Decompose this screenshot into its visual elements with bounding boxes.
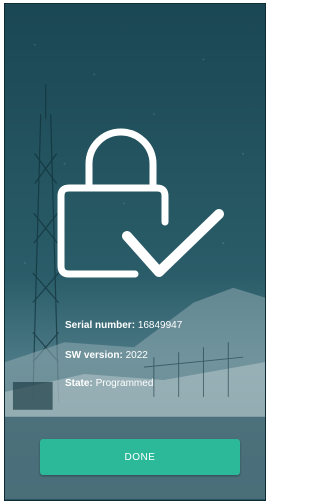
serial-number-value: 16849947 [137,320,183,331]
done-button[interactable]: DONE [40,439,240,475]
state-value: Programmed [95,378,154,389]
programming-result-screen: Serial number: 16849947 SW version: 2022… [4,3,266,501]
sw-version-row: SW version: 2022 [65,350,148,362]
sw-version-value: 2022 [125,350,148,361]
state-label: State: [65,378,93,389]
sw-version-label: SW version: [65,350,123,361]
state-row: State: Programmed [65,378,153,390]
serial-number-label: Serial number: [65,320,136,331]
lock-check-icon [57,128,224,278]
serial-number-row: Serial number: 16849947 [65,320,182,332]
